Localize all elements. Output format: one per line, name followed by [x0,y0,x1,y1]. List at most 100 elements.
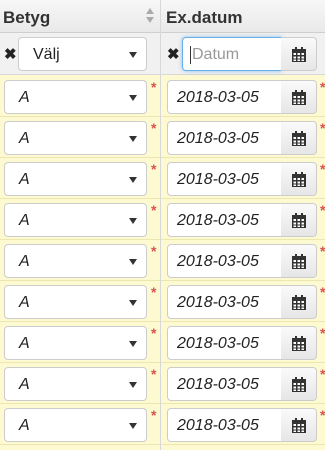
exam-date-input[interactable]: 2018-03-05 [167,162,282,196]
calendar-button[interactable] [281,408,317,442]
chevron-down-icon [129,382,137,388]
calendar-icon [292,213,306,228]
chevron-down-icon [129,177,137,183]
grade-value: A [19,294,30,311]
table-row: A * 2018-03-05 * [0,117,325,158]
calendar-icon [292,377,306,392]
calendar-icon [292,336,306,351]
filter-row: ✖ Välj ✖ Datum [0,33,325,75]
grade-select[interactable]: A [4,285,147,319]
date-placeholder: Datum [192,46,240,63]
required-marker: * [320,366,325,382]
calendar-icon [292,131,306,146]
calendar-button[interactable] [281,203,317,237]
grade-select[interactable]: A [4,203,147,237]
required-marker: * [151,243,157,259]
exam-date-input[interactable]: 2018-03-05 [167,121,282,155]
required-marker: * [151,366,157,382]
required-marker: * [151,407,157,423]
required-marker: * [320,284,325,300]
text-cursor [190,46,191,64]
chevron-down-icon [129,423,137,429]
date-filter-input[interactable]: Datum [182,37,282,71]
calendar-button[interactable] [281,80,317,114]
required-marker: * [151,284,157,300]
required-marker: * [320,407,325,423]
calendar-icon [292,47,306,62]
exam-date-input[interactable]: 2018-03-05 [167,326,282,360]
date-value: 2018-03-05 [177,171,259,188]
column-header-betyg[interactable]: Betyg [0,0,160,33]
date-value: 2018-03-05 [177,130,259,147]
table-row: A * 2018-03-05 * [0,404,325,445]
date-value: 2018-03-05 [177,212,259,229]
table-row: A * 2018-03-05 * [0,322,325,363]
sort-icon[interactable] [146,8,154,24]
required-marker: * [320,120,325,136]
grade-select[interactable]: A [4,80,147,114]
exam-date-input[interactable]: 2018-03-05 [167,285,282,319]
chevron-down-icon [129,259,137,265]
column-header-label: Betyg [3,8,51,27]
date-value: 2018-03-05 [177,294,259,311]
exam-date-input[interactable]: 2018-03-05 [167,408,282,442]
required-marker: * [151,79,157,95]
table-row: A * 2018-03-05 * [0,76,325,117]
grade-value: A [19,171,30,188]
required-marker: * [151,325,157,341]
grade-value: A [19,376,30,393]
exam-date-input[interactable]: 2018-03-05 [167,244,282,278]
calendar-icon [292,295,306,310]
clear-filter-icon[interactable]: ✖ [4,47,17,62]
calendar-button[interactable] [281,326,317,360]
clear-filter-icon[interactable]: ✖ [167,47,180,62]
grade-value: A [19,130,30,147]
grade-select[interactable]: A [4,121,147,155]
required-marker: * [320,79,325,95]
table-row: A * 2018-03-05 * [0,363,325,404]
betyg-filter-select[interactable]: Välj [18,37,147,71]
required-marker: * [320,325,325,341]
required-marker: * [151,202,157,218]
chevron-down-icon [129,341,137,347]
grade-value: A [19,89,30,106]
chevron-down-icon [129,136,137,142]
chevron-down-icon [129,52,137,58]
required-marker: * [320,243,325,259]
calendar-button[interactable] [281,121,317,155]
exam-date-input[interactable]: 2018-03-05 [167,203,282,237]
calendar-button[interactable] [281,285,317,319]
grade-select[interactable]: A [4,162,147,196]
grade-value: A [19,335,30,352]
calendar-button[interactable] [281,244,317,278]
grade-select[interactable]: A [4,326,147,360]
column-divider [160,0,161,450]
select-value: Välj [33,46,60,63]
calendar-button[interactable] [281,367,317,401]
table-row: A * 2018-03-05 * [0,240,325,281]
grade-value: A [19,212,30,229]
chevron-down-icon [129,300,137,306]
table-row: A * 2018-03-05 * [0,158,325,199]
exam-date-input[interactable]: 2018-03-05 [167,367,282,401]
date-value: 2018-03-05 [177,335,259,352]
date-value: 2018-03-05 [177,253,259,270]
calendar-button[interactable] [281,162,317,196]
column-header-label: Ex.datum [166,8,243,27]
grade-select[interactable]: A [4,244,147,278]
table-row: A * 2018-03-05 * [0,281,325,322]
date-value: 2018-03-05 [177,89,259,106]
date-value: 2018-03-05 [177,417,259,434]
grade-select[interactable]: A [4,367,147,401]
grade-select[interactable]: A [4,408,147,442]
calendar-button[interactable] [281,37,317,71]
calendar-icon [292,172,306,187]
calendar-icon [292,418,306,433]
calendar-icon [292,254,306,269]
required-marker: * [320,202,325,218]
column-header-exdatum[interactable]: Ex.datum [161,0,325,33]
grade-value: A [19,417,30,434]
calendar-icon [292,90,306,105]
chevron-down-icon [129,95,137,101]
exam-date-input[interactable]: 2018-03-05 [167,80,282,114]
